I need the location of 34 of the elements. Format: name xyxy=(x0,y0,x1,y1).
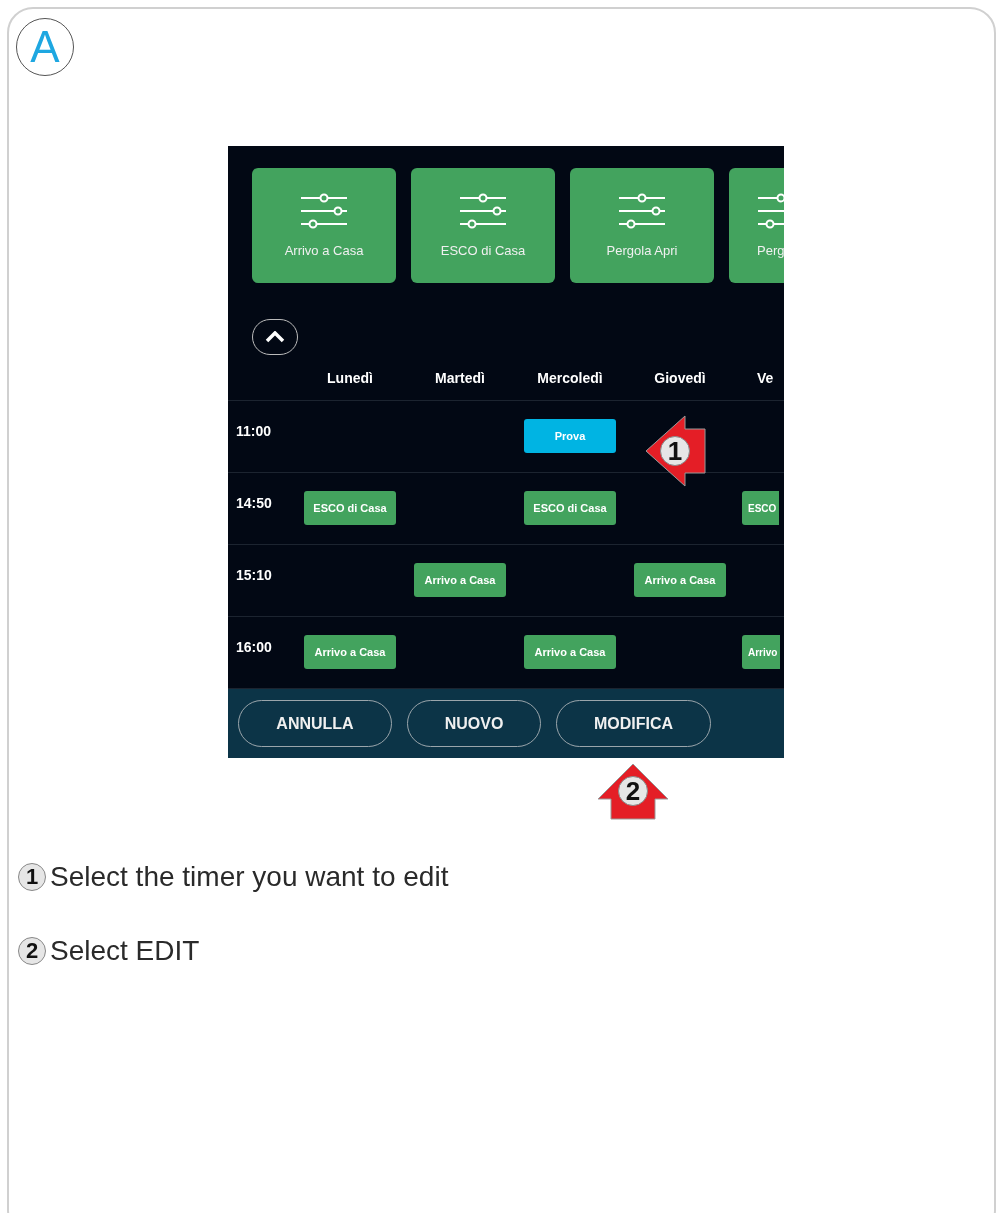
scene-label: Arrivo a Casa xyxy=(284,243,364,258)
sliders-icon xyxy=(300,193,348,229)
scene-label: Perg xyxy=(757,243,784,258)
step-text: Select the timer you want to edit xyxy=(50,861,449,893)
timer-chip[interactable]: Arrivo xyxy=(742,635,781,669)
day-header: Giovedì xyxy=(653,369,707,386)
scene-tile[interactable]: ESCO di Casa xyxy=(411,168,555,283)
day-header: Lunedì xyxy=(326,369,374,386)
step-text: Select EDIT xyxy=(50,935,200,967)
time-label: 16:00 xyxy=(235,638,273,657)
timer-chip[interactable]: Arrivo a Casa xyxy=(414,563,506,597)
scene-tile[interactable]: Perg xyxy=(729,168,784,283)
timer-chip[interactable]: Prova xyxy=(524,419,616,453)
sliders-icon xyxy=(459,193,507,229)
timer-chip[interactable]: Arrivo a Casa xyxy=(524,635,616,669)
timer-chip[interactable]: Arrivo a Casa xyxy=(634,563,726,597)
day-header: Ve xyxy=(756,369,775,386)
timer-chip[interactable]: ESCO di Casa xyxy=(524,491,616,525)
step-number: 2 xyxy=(18,937,46,965)
scene-label: ESCO di Casa xyxy=(440,243,526,258)
chevron-up-icon xyxy=(265,331,285,343)
scene-tile[interactable]: Arrivo a Casa xyxy=(252,168,396,283)
timer-chip[interactable]: ESCO xyxy=(742,491,780,525)
scene-tile[interactable]: Pergola Apri xyxy=(570,168,714,283)
day-header: Mercoledì xyxy=(536,369,604,386)
day-header: Martedì xyxy=(434,369,486,386)
timer-chip[interactable]: Arrivo a Casa xyxy=(304,635,396,669)
step-number: 1 xyxy=(18,863,46,891)
time-label: 11:00 xyxy=(235,422,273,441)
time-label: 14:50 xyxy=(235,494,273,513)
time-label: 15:10 xyxy=(235,566,273,585)
scene-label: Pergola Apri xyxy=(606,243,678,258)
sliders-icon xyxy=(618,193,666,229)
timer-chip[interactable]: ESCO di Casa xyxy=(304,491,396,525)
